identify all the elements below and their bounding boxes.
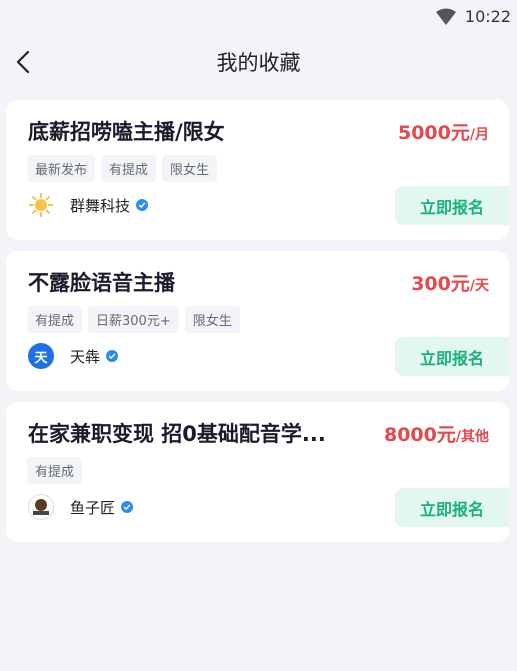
apply-button[interactable]: 立即报名 bbox=[395, 488, 509, 527]
job-tag: 最新发布 bbox=[27, 155, 96, 182]
job-salary: 5000元/月 bbox=[398, 118, 489, 145]
company-info: 鱼子匠 bbox=[28, 494, 134, 520]
page-title: 我的收藏 bbox=[216, 51, 301, 75]
job-tags: 最新发布 有提成 限女生 bbox=[27, 155, 218, 182]
apply-button[interactable]: 立即报名 bbox=[395, 186, 509, 225]
company-name: 群舞科技 bbox=[70, 196, 131, 215]
job-card[interactable]: 不露脸语音主播 300元/天 有提成 日薪300元+ 限女生 天 天犇 立即报名 bbox=[6, 251, 509, 391]
salary-unit: /天 bbox=[469, 278, 489, 294]
job-tag: 有提成 bbox=[27, 306, 83, 333]
job-title: 底薪招唠嗑主播/限女 bbox=[28, 120, 225, 144]
job-tag: 限女生 bbox=[184, 306, 240, 333]
favorites-list: 底薪招唠嗑主播/限女 5000元/月 最新发布 有提成 限女生 群舞科技 立即报… bbox=[0, 90, 517, 542]
salary-amount: 300元 bbox=[411, 273, 470, 295]
company-name: 鱼子匠 bbox=[70, 498, 116, 517]
job-card[interactable]: 底薪招唠嗑主播/限女 5000元/月 最新发布 有提成 限女生 群舞科技 立即报… bbox=[6, 100, 509, 240]
apply-button[interactable]: 立即报名 bbox=[395, 337, 509, 376]
job-card[interactable]: 在家兼职变现 招0基础配音学... 8000元/其他 有提成 鱼子匠 立即报名 bbox=[6, 402, 509, 542]
wifi-icon bbox=[436, 8, 456, 25]
nav-bar: 我的收藏 bbox=[0, 34, 517, 90]
job-tags: 有提成 bbox=[27, 457, 83, 484]
job-tags: 有提成 日薪300元+ 限女生 bbox=[27, 306, 240, 333]
company-logo-fish-icon bbox=[28, 494, 54, 520]
verified-check-icon bbox=[106, 350, 119, 362]
verified-check-icon bbox=[136, 199, 149, 211]
status-time: 10:22 bbox=[464, 7, 511, 26]
salary-amount: 5000元 bbox=[397, 122, 470, 144]
salary-amount: 8000元 bbox=[383, 424, 456, 446]
company-logo-sun-icon bbox=[28, 192, 54, 218]
status-bar: 10:22 bbox=[0, 0, 517, 34]
salary-unit: /其他 bbox=[455, 429, 489, 445]
company-logo: 天 bbox=[28, 343, 54, 369]
job-tag: 限女生 bbox=[162, 155, 218, 182]
company-info: 群舞科技 bbox=[28, 192, 149, 218]
job-tag: 日薪300元+ bbox=[88, 306, 179, 333]
job-tag: 有提成 bbox=[101, 155, 157, 182]
job-salary: 300元/天 bbox=[411, 269, 489, 296]
verified-check-icon bbox=[121, 501, 134, 513]
job-tag: 有提成 bbox=[27, 457, 83, 484]
job-title: 在家兼职变现 招0基础配音学... bbox=[28, 422, 326, 446]
job-salary: 8000元/其他 bbox=[384, 420, 489, 447]
company-info: 天 天犇 bbox=[28, 343, 119, 369]
salary-unit: /月 bbox=[469, 127, 489, 143]
job-title: 不露脸语音主播 bbox=[28, 271, 175, 295]
company-name: 天犇 bbox=[70, 347, 101, 366]
